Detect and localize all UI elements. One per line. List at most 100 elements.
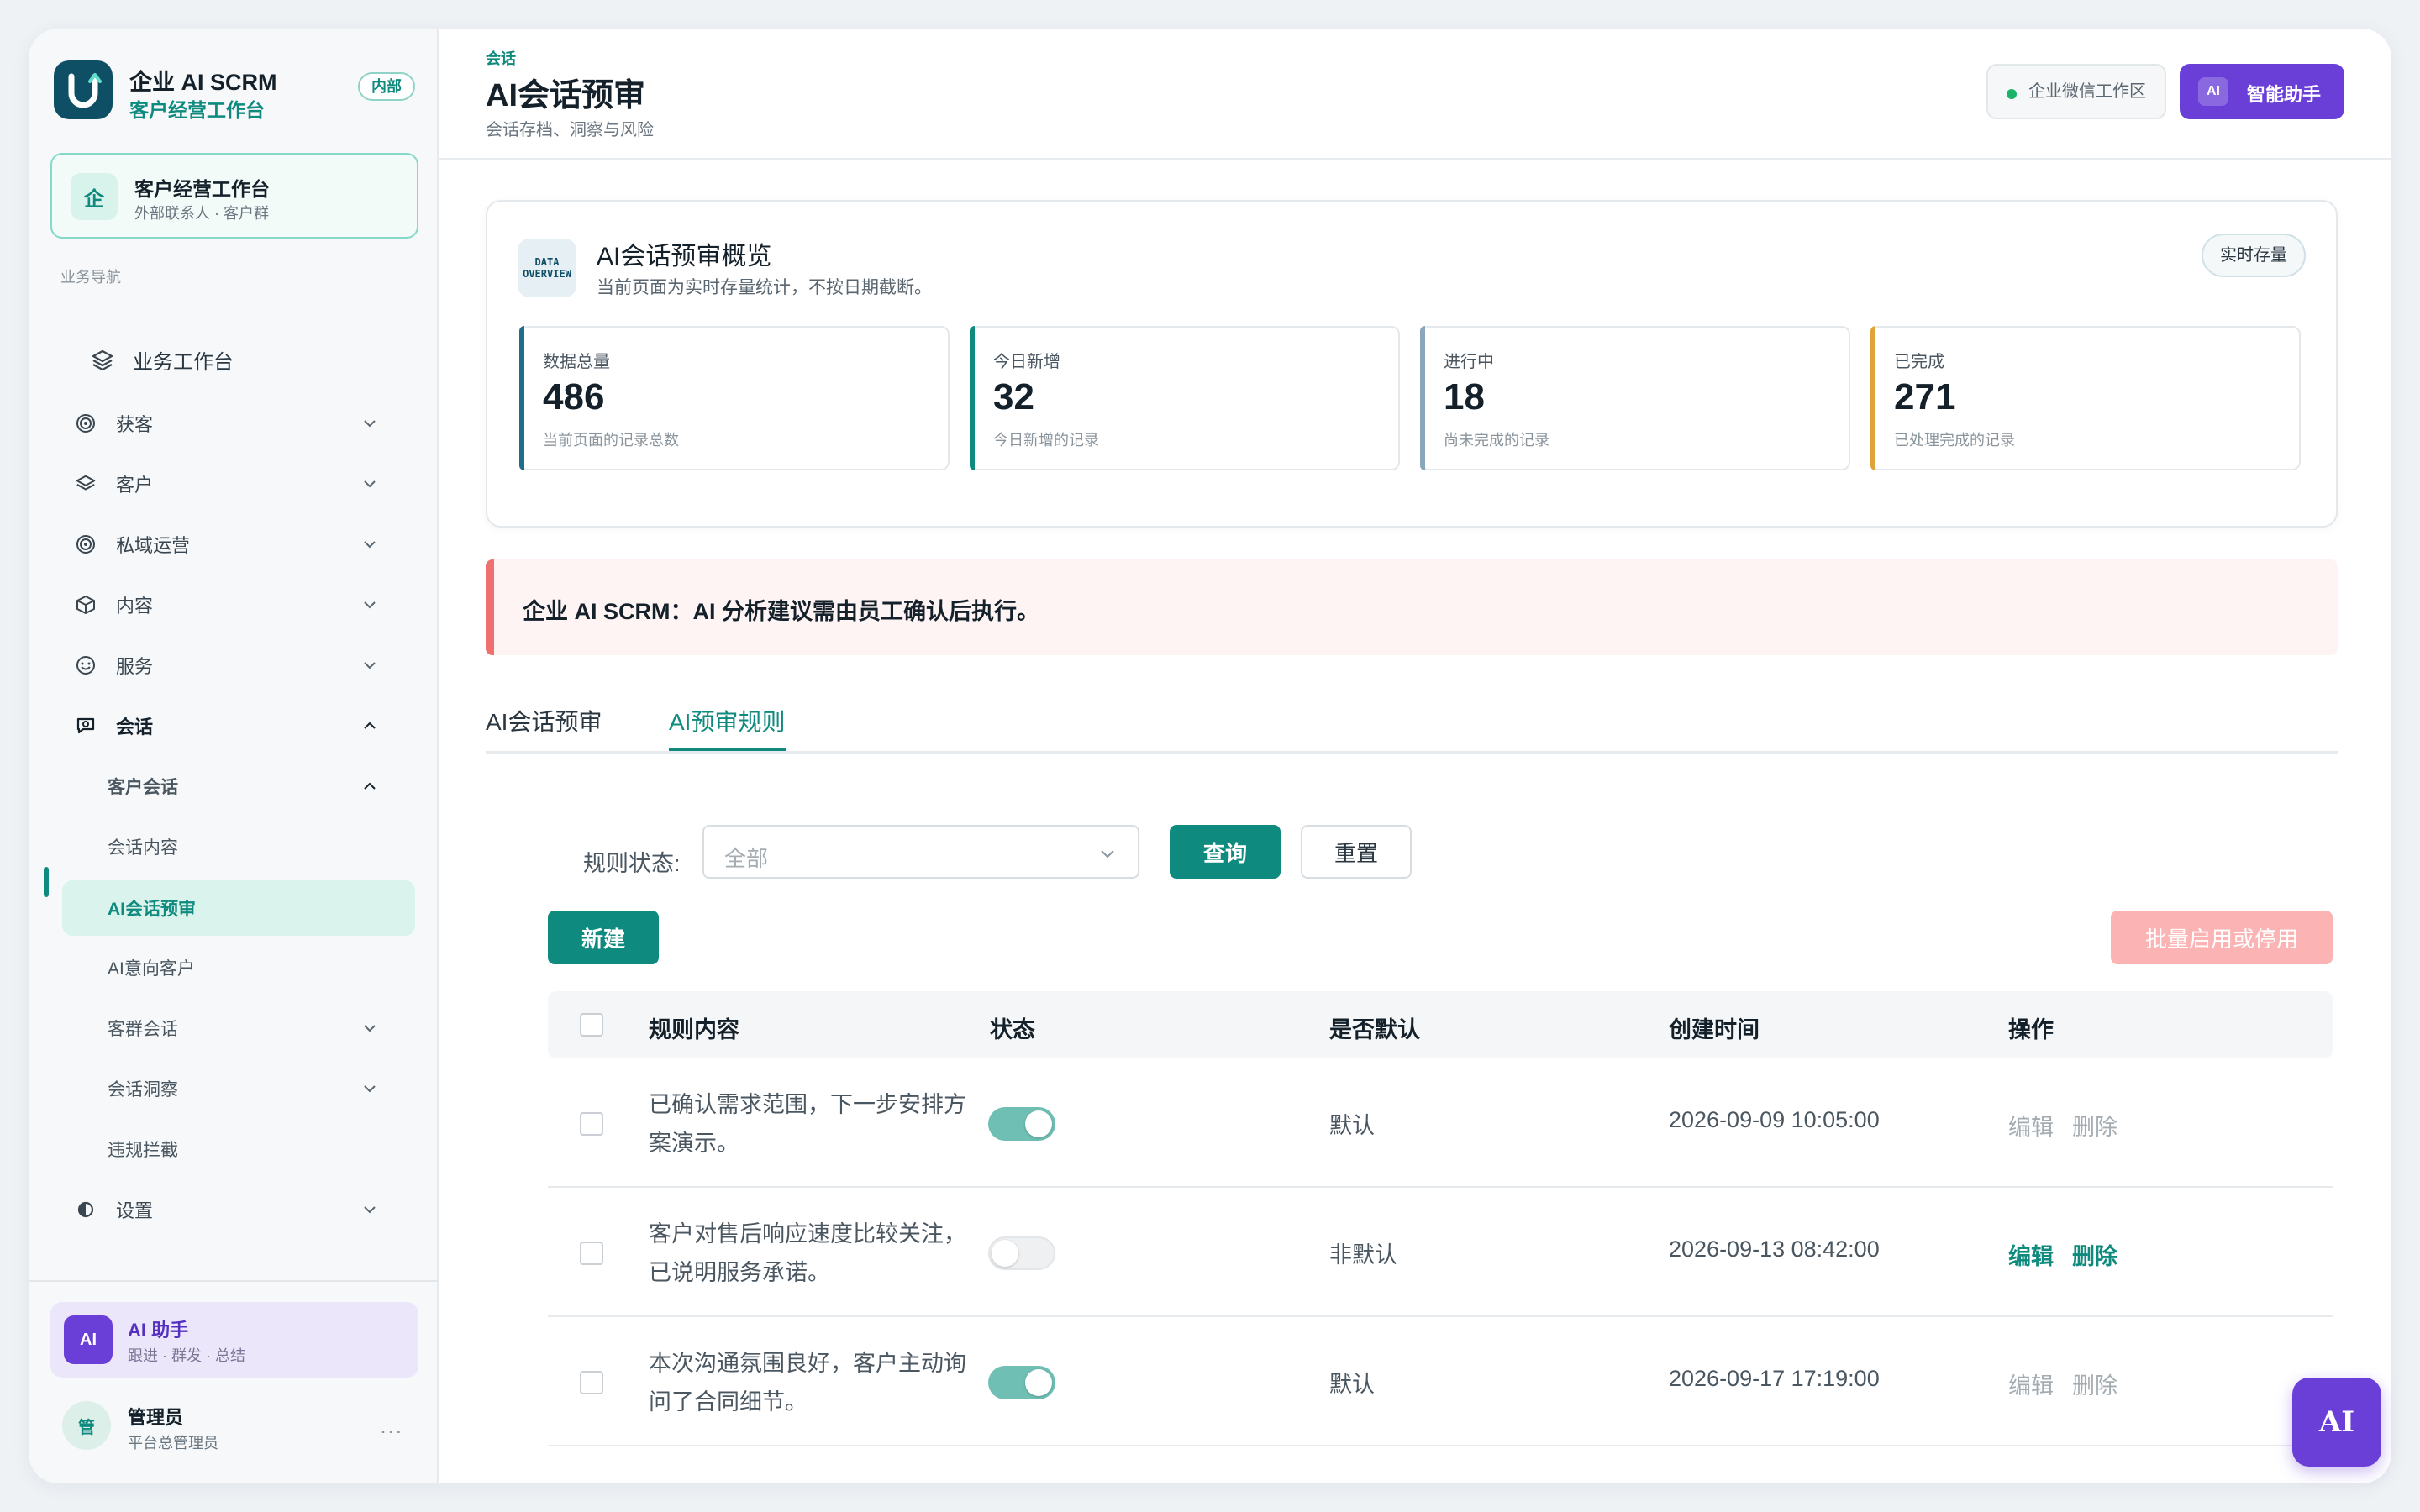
workspace-card[interactable]: 企 客户经营工作台 外部联系人 · 客户群 bbox=[50, 153, 418, 239]
stat-accent bbox=[1870, 326, 1876, 470]
query-button[interactable]: 查询 bbox=[1170, 825, 1281, 879]
sidebar-item-label: 会话内容 bbox=[108, 838, 178, 858]
default-flag: 默认 bbox=[1329, 1113, 1375, 1138]
stat-card-total: 数据总量 486 当前页面的记录总数 bbox=[519, 326, 950, 470]
sidebar-item-label: 业务工作台 bbox=[133, 350, 234, 374]
sidebar-item-chat-content[interactable]: 会话内容 bbox=[62, 820, 415, 874]
ai-assistant-button[interactable]: AI 智能助手 bbox=[2180, 64, 2344, 119]
rule-content: 本次沟通氛围良好，客户主动询问了合同细节。 bbox=[649, 1351, 966, 1415]
sidebar-divider bbox=[29, 1280, 439, 1282]
edit-link[interactable]: 编辑 bbox=[2008, 1109, 2054, 1142]
ai-assistant-card[interactable]: AI AI 助手 跟进 · 群发 · 总结 bbox=[50, 1302, 418, 1378]
sidebar-item-label: 服务 bbox=[116, 656, 154, 677]
avatar: 管 bbox=[62, 1401, 111, 1450]
stat-accent bbox=[970, 326, 975, 470]
sidebar-item-group-chat[interactable]: 客群会话 bbox=[62, 1001, 415, 1055]
delete-link[interactable]: 删除 bbox=[2072, 1109, 2118, 1142]
sidebar-item-label: 会话 bbox=[116, 717, 154, 738]
filter-label: 规则状态: bbox=[583, 851, 681, 876]
sidebar-item-customer[interactable]: 客户 bbox=[62, 457, 415, 511]
batch-toggle-button[interactable]: 批量启用或停用 bbox=[2111, 911, 2333, 964]
column-header: 是否默认 bbox=[1329, 1017, 1420, 1042]
sidebar-item-content[interactable]: 内容 bbox=[62, 578, 415, 632]
delete-link[interactable]: 删除 bbox=[2072, 1238, 2118, 1271]
tab-underline bbox=[669, 748, 786, 751]
tab-bar: AI会话预审 AI预审规则 bbox=[486, 692, 2338, 754]
status-toggle[interactable] bbox=[988, 1107, 1055, 1141]
status-select[interactable]: 全部 bbox=[702, 825, 1139, 879]
stat-desc: 今日新增的记录 bbox=[993, 432, 1099, 449]
main-content: 会话 AI会话预审 会话存档、洞察与风险 企业微信工作区 AI 智能助手 DAT… bbox=[439, 29, 2391, 1483]
created-time: 2026-09-09 10:05:00 bbox=[1669, 1107, 1880, 1132]
column-header: 创建时间 bbox=[1669, 1017, 1760, 1042]
stat-value: 486 bbox=[543, 376, 605, 417]
stat-card-today: 今日新增 32 今日新增的记录 bbox=[970, 326, 1400, 470]
sidebar-item-chat-insight[interactable]: 会话洞察 bbox=[62, 1062, 415, 1116]
chevron-down-icon bbox=[364, 1085, 376, 1093]
chevron-up-icon bbox=[364, 782, 376, 790]
notice-banner: 企业 AI SCRM：AI 分析建议需由员工确认后执行。 bbox=[486, 559, 2338, 655]
sidebar-item-conversation[interactable]: 会话 bbox=[62, 699, 415, 753]
workspace-title: 客户经营工作台 bbox=[134, 178, 270, 200]
new-button[interactable]: 新建 bbox=[548, 911, 659, 964]
user-name: 管理员 bbox=[128, 1407, 184, 1428]
stat-label: 数据总量 bbox=[543, 353, 610, 371]
rule-content: 客户对售后响应速度比较关注，已说明服务承诺。 bbox=[649, 1221, 966, 1285]
row-checkbox[interactable] bbox=[580, 1371, 603, 1394]
sidebar-item-acquire[interactable]: 获客 bbox=[62, 396, 415, 450]
reset-button[interactable]: 重置 bbox=[1301, 825, 1412, 879]
ai-card-title: AI 助手 bbox=[128, 1320, 189, 1341]
sidebar-item-dashboard[interactable]: 业务工作台 bbox=[57, 333, 410, 386]
sidebar-item-violation[interactable]: 违规拦截 bbox=[62, 1122, 415, 1176]
column-header: 操作 bbox=[2008, 1017, 2054, 1042]
layers-icon bbox=[91, 348, 114, 371]
sidebar-item-label: AI会话预审 bbox=[108, 900, 196, 919]
row-checkbox[interactable] bbox=[580, 1112, 603, 1136]
sidebar: 企业 AI SCRM 客户经营工作台 内部 企 客户经营工作台 外部联系人 · … bbox=[29, 29, 439, 1483]
edit-link[interactable]: 编辑 bbox=[2008, 1238, 2054, 1271]
active-indicator bbox=[44, 867, 49, 897]
sidebar-item-ai-intent[interactable]: AI意向客户 bbox=[62, 941, 415, 995]
row-checkbox[interactable] bbox=[580, 1242, 603, 1265]
status-toggle[interactable] bbox=[988, 1366, 1055, 1399]
brand[interactable]: 企业 AI SCRM 客户经营工作台 内部 bbox=[54, 60, 415, 121]
ai-button-label: 智能助手 bbox=[2247, 84, 2322, 105]
delete-link[interactable]: 删除 bbox=[2072, 1368, 2118, 1400]
default-flag: 默认 bbox=[1329, 1372, 1375, 1397]
sidebar-group-label: 客户会话 bbox=[108, 778, 178, 797]
tab-ai-review[interactable]: AI会话预审 bbox=[486, 704, 602, 738]
created-time: 2026-09-13 08:42:00 bbox=[1669, 1236, 1880, 1262]
app-window: 企业 AI SCRM 客户经营工作台 内部 企 客户经营工作台 外部联系人 · … bbox=[29, 29, 2391, 1483]
sidebar-item-private-ops[interactable]: 私域运营 bbox=[62, 517, 415, 571]
edit-link[interactable]: 编辑 bbox=[2008, 1368, 2054, 1400]
brand-title: 企业 AI SCRM bbox=[129, 70, 277, 95]
layers-icon bbox=[74, 472, 97, 496]
badge-line: DATA bbox=[534, 256, 560, 268]
workspace-switcher[interactable]: 企业微信工作区 bbox=[1986, 64, 2166, 119]
more-icon[interactable]: ... bbox=[380, 1413, 403, 1439]
brand-logo-icon bbox=[54, 60, 113, 119]
sidebar-item-label: 会话洞察 bbox=[108, 1080, 178, 1100]
workspace-label: 企业微信工作区 bbox=[2028, 82, 2146, 101]
default-flag: 非默认 bbox=[1329, 1242, 1397, 1268]
sidebar-item-service[interactable]: 服务 bbox=[62, 638, 415, 692]
sidebar-item-ai-review[interactable]: AI会话预审 bbox=[62, 880, 415, 936]
select-value: 全部 bbox=[724, 846, 769, 871]
realtime-tag: 实时存量 bbox=[2202, 234, 2306, 277]
chevron-down-icon bbox=[364, 1025, 376, 1032]
brand-subtitle: 客户经营工作台 bbox=[129, 99, 265, 121]
sidebar-item-label: 获客 bbox=[116, 414, 154, 435]
chevron-down-icon bbox=[364, 480, 376, 488]
overview-card: DATA OVERVIEW AI会话预审概览 当前页面为实时存量统计，不按日期截… bbox=[486, 200, 2338, 528]
stat-label: 已完成 bbox=[1894, 353, 1944, 371]
tab-ai-rules[interactable]: AI预审规则 bbox=[669, 704, 785, 738]
stat-desc: 尚未完成的记录 bbox=[1444, 432, 1549, 449]
select-all-checkbox[interactable] bbox=[580, 1013, 603, 1037]
chevron-down-icon bbox=[364, 1206, 376, 1214]
sidebar-item-settings[interactable]: 设置 bbox=[62, 1183, 415, 1236]
ai-floating-button[interactable]: AI bbox=[2292, 1378, 2381, 1467]
user-profile[interactable]: 管 管理员 平台总管理员 ... bbox=[50, 1388, 418, 1463]
chevron-down-icon bbox=[364, 601, 376, 609]
status-toggle[interactable] bbox=[988, 1236, 1055, 1270]
sidebar-group-customer-chat[interactable]: 客户会话 bbox=[62, 759, 415, 813]
